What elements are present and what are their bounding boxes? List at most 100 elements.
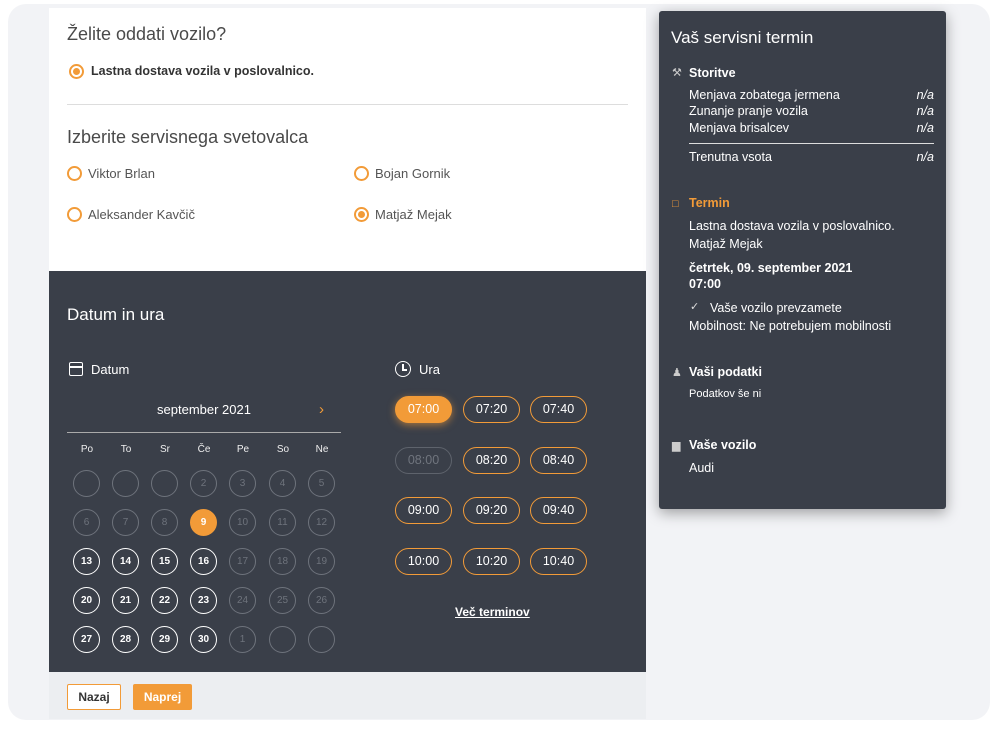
calendar-day[interactable]: 15 bbox=[151, 548, 178, 575]
time-slot[interactable]: 09:20 bbox=[463, 497, 520, 524]
calendar-day[interactable]: 22 bbox=[151, 587, 178, 614]
summary-title: Vaš servisni termin bbox=[671, 28, 814, 47]
check-icon: ✓ bbox=[690, 301, 700, 313]
calendar-day[interactable]: 16 bbox=[190, 548, 217, 575]
service-name: Menjava brisalcev bbox=[689, 121, 790, 135]
calendar-day: 3 bbox=[229, 470, 256, 497]
summary-divider bbox=[689, 143, 934, 144]
service-price: n/a bbox=[916, 88, 934, 102]
calendar-day: 25 bbox=[269, 587, 296, 614]
advisor-label-viktor: Viktor Brlan bbox=[88, 166, 155, 181]
month-label: september 2021 bbox=[157, 402, 251, 417]
time-label: Ura bbox=[419, 362, 440, 377]
calendar-day: 6 bbox=[73, 509, 100, 536]
weekday-label: To bbox=[120, 444, 132, 455]
appointment-advisor: Matjaž Mejak bbox=[689, 237, 763, 251]
service-price: n/a bbox=[916, 121, 934, 135]
weekday-label: So bbox=[276, 444, 290, 455]
next-button[interactable]: Naprej bbox=[133, 684, 192, 710]
weekday-label: Ne bbox=[315, 444, 329, 455]
service-name: Menjava zobatega jermena bbox=[689, 88, 840, 102]
advisor-radio-matjaz[interactable] bbox=[354, 207, 369, 222]
calendar-divider bbox=[67, 432, 341, 433]
weekday-label: Če bbox=[197, 444, 211, 455]
appointment-time: 07:00 bbox=[689, 277, 721, 291]
appointment-heading: Termin bbox=[689, 196, 730, 210]
date-label: Datum bbox=[91, 362, 130, 377]
clock-icon bbox=[395, 361, 411, 377]
time-slot[interactable]: 10:40 bbox=[530, 548, 587, 575]
calendar-day: 5 bbox=[308, 470, 335, 497]
pickup-note: Vaše vozilo prevzamete bbox=[710, 301, 842, 315]
back-button[interactable]: Nazaj bbox=[67, 684, 121, 710]
calendar-day[interactable]: 29 bbox=[151, 626, 178, 653]
divider bbox=[67, 104, 628, 105]
calendar-day[interactable]: 23 bbox=[190, 587, 217, 614]
calendar-day: 10 bbox=[229, 509, 256, 536]
advisor-radio-viktor[interactable] bbox=[67, 166, 82, 181]
time-slot[interactable]: 07:20 bbox=[463, 396, 520, 423]
services-heading: Storitve bbox=[689, 66, 736, 80]
time-slot[interactable]: 10:20 bbox=[463, 548, 520, 575]
calendar-day: 11 bbox=[269, 509, 296, 536]
calendar-day-selected[interactable]: 9 bbox=[190, 509, 217, 536]
calendar-day[interactable]: 20 bbox=[73, 587, 100, 614]
calendar-day: 2 bbox=[190, 470, 217, 497]
calendar-day[interactable]: 27 bbox=[73, 626, 100, 653]
calendar-day: 17 bbox=[229, 548, 256, 575]
weekday-label: Pe bbox=[236, 444, 250, 455]
advisor-radio-aleksander[interactable] bbox=[67, 207, 82, 222]
calendar-icon bbox=[69, 362, 83, 376]
calendar-day[interactable]: 21 bbox=[112, 587, 139, 614]
advisor-label-bojan: Bojan Gornik bbox=[375, 166, 451, 181]
time-slot[interactable]: 10:00 bbox=[395, 548, 452, 575]
service-name: Zunanje pranje vozila bbox=[689, 104, 808, 118]
advisor-label-matjaz: Matjaž Mejak bbox=[375, 207, 452, 222]
time-slot[interactable]: 08:40 bbox=[530, 447, 587, 474]
advisor-label-aleksander: Aleksander Kavčič bbox=[88, 207, 195, 222]
calendar-icon: □ bbox=[672, 198, 679, 210]
appointment-date: četrtek, 09. september 2021 bbox=[689, 261, 853, 275]
time-slot[interactable]: 09:40 bbox=[530, 497, 587, 524]
wrench-icon: ⚒ bbox=[672, 67, 682, 79]
time-slot[interactable]: 07:40 bbox=[530, 396, 587, 423]
calendar-day-empty bbox=[308, 626, 335, 653]
personal-text: Podatkov še ni bbox=[689, 388, 762, 400]
weekday-label: Po bbox=[80, 444, 94, 455]
vehicle-heading: Vaše vozilo bbox=[689, 438, 757, 452]
weekday-label: Sr bbox=[160, 444, 170, 455]
appointment-delivery: Lastna dostava vozila v poslovalnico. bbox=[689, 219, 895, 233]
calendar-day: 1 bbox=[229, 626, 256, 653]
service-price: n/a bbox=[916, 104, 934, 118]
mobility-note: Mobilnost: Ne potrebujem mobilnosti bbox=[689, 319, 892, 333]
calendar-day[interactable]: 13 bbox=[73, 548, 100, 575]
time-slot[interactable]: 08:20 bbox=[463, 447, 520, 474]
calendar-day[interactable]: 30 bbox=[190, 626, 217, 653]
delivery-radio[interactable] bbox=[69, 64, 84, 79]
calendar-day: 26 bbox=[308, 587, 335, 614]
time-slot-selected[interactable]: 07:00 bbox=[395, 396, 452, 423]
time-slot-unavailable: 08:00 bbox=[395, 447, 452, 474]
calendar-day[interactable]: 14 bbox=[112, 548, 139, 575]
total-label: Trenutna vsota bbox=[689, 150, 772, 164]
calendar-day: 24 bbox=[229, 587, 256, 614]
delivery-option-label: Lastna dostava vozila v poslovalnico. bbox=[91, 64, 314, 78]
time-slot[interactable]: 09:00 bbox=[395, 497, 452, 524]
calendar-day: 7 bbox=[112, 509, 139, 536]
calendar-day: 12 bbox=[308, 509, 335, 536]
car-icon: ▆ bbox=[672, 440, 681, 452]
calendar-day-empty bbox=[73, 470, 100, 497]
summary-card bbox=[659, 11, 946, 509]
total-value: n/a bbox=[916, 150, 934, 164]
calendar-day-empty bbox=[151, 470, 178, 497]
calendar-day[interactable]: 28 bbox=[112, 626, 139, 653]
calendar-day: 4 bbox=[269, 470, 296, 497]
calendar-day: 8 bbox=[151, 509, 178, 536]
more-slots-link[interactable]: Več terminov bbox=[455, 605, 530, 619]
personal-heading: Vaši podatki bbox=[689, 365, 762, 379]
vehicle-name: Audi bbox=[689, 461, 715, 475]
calendar-day-empty bbox=[112, 470, 139, 497]
next-month-chevron-icon[interactable]: › bbox=[319, 402, 333, 418]
advisor-radio-bojan[interactable] bbox=[354, 166, 369, 181]
calendar-day-empty bbox=[269, 626, 296, 653]
